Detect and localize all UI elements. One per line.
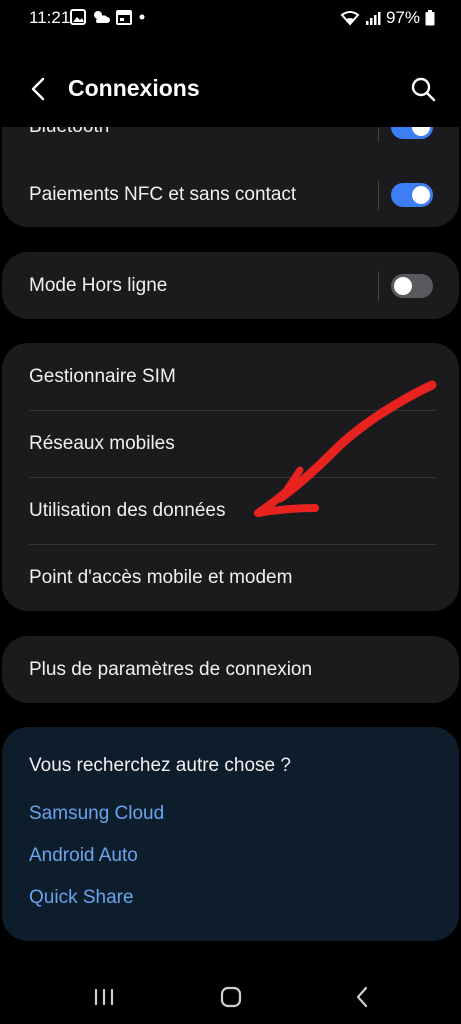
- airplane-mode-toggle[interactable]: [391, 273, 433, 298]
- system-icons: 97%: [340, 8, 435, 28]
- sim-manager-row[interactable]: Gestionnaire SIM: [2, 343, 459, 410]
- back-button[interactable]: [24, 74, 54, 104]
- back-icon: [356, 986, 368, 1008]
- bluetooth-row[interactable]: Bluetooth: [2, 127, 459, 160]
- divider: [378, 127, 379, 142]
- samsung-cloud-link[interactable]: Samsung Cloud: [29, 803, 164, 825]
- more-connection-settings-row[interactable]: Plus de paramètres de connexion: [2, 636, 459, 703]
- chevron-left-icon: [31, 77, 45, 101]
- signal-icon: [365, 12, 381, 25]
- quick-share-link[interactable]: Quick Share: [29, 887, 134, 909]
- dot-icon: [139, 14, 145, 20]
- search-icon: [411, 77, 436, 102]
- nfc-row[interactable]: Paiements NFC et sans contact: [2, 161, 459, 228]
- battery-icon: [425, 10, 435, 26]
- app-bar: Connexions: [0, 60, 461, 120]
- android-auto-link[interactable]: Android Auto: [29, 845, 138, 867]
- wireless-card: Bluetooth Paiements NFC et sans contact: [2, 127, 459, 227]
- wifi-icon: [340, 11, 360, 26]
- navigation-bar: [0, 968, 461, 1024]
- suggestions-card: Vous recherchez autre chose ? Samsung Cl…: [2, 727, 459, 941]
- airplane-card: Mode Hors ligne: [2, 252, 459, 319]
- bluetooth-label: Bluetooth: [29, 127, 109, 138]
- settings-list[interactable]: Bluetooth Paiements NFC et sans contact …: [0, 127, 461, 967]
- sim-manager-label: Gestionnaire SIM: [29, 365, 176, 387]
- mobile-networks-row[interactable]: Réseaux mobiles: [2, 410, 459, 477]
- divider: [378, 179, 379, 210]
- divider: [378, 270, 379, 301]
- calendar-icon: [116, 10, 132, 25]
- system-back-button[interactable]: [347, 982, 377, 1012]
- airplane-mode-label: Mode Hors ligne: [29, 274, 168, 296]
- weather-icon: [94, 11, 110, 23]
- home-icon: [220, 986, 242, 1008]
- network-card: Gestionnaire SIM Réseaux mobiles Utilisa…: [2, 343, 459, 611]
- bluetooth-toggle[interactable]: [391, 127, 433, 139]
- recent-apps-icon: [94, 988, 114, 1006]
- hotspot-label: Point d'accès mobile et modem: [29, 566, 293, 588]
- airplane-mode-row[interactable]: Mode Hors ligne: [2, 252, 459, 319]
- mobile-networks-label: Réseaux mobiles: [29, 432, 175, 454]
- recent-apps-button[interactable]: [89, 982, 119, 1012]
- data-usage-label: Utilisation des données: [29, 499, 226, 521]
- status-bar: 11:21 97%: [0, 0, 461, 36]
- data-usage-row[interactable]: Utilisation des données: [2, 477, 459, 544]
- page-title: Connexions: [68, 75, 200, 101]
- search-button[interactable]: [409, 75, 437, 103]
- image-icon: [70, 9, 86, 25]
- more-connection-settings-label: Plus de paramètres de connexion: [29, 658, 313, 680]
- hotspot-row[interactable]: Point d'accès mobile et modem: [2, 544, 459, 611]
- notification-icons: [70, 9, 146, 25]
- suggestions-title: Vous recherchez autre chose ?: [29, 755, 291, 776]
- battery-percent: 97%: [385, 8, 420, 27]
- more-settings-card: Plus de paramètres de connexion: [2, 636, 459, 703]
- home-button[interactable]: [216, 982, 246, 1012]
- nfc-toggle[interactable]: [391, 182, 433, 207]
- nfc-label: Paiements NFC et sans contact: [29, 183, 297, 205]
- status-time: 11:21: [29, 8, 71, 27]
